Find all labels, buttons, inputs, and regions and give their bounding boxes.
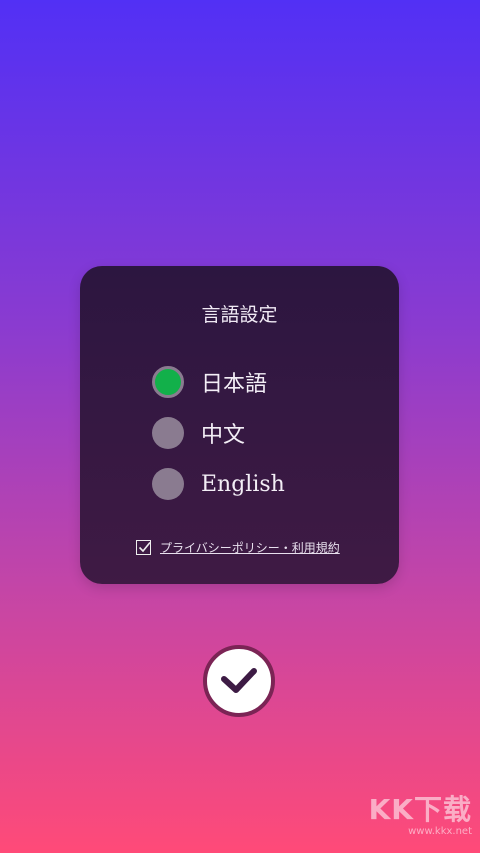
confirm-button[interactable] — [203, 645, 275, 717]
consent-checkbox[interactable] — [136, 539, 151, 555]
language-label-chinese: 中文 — [201, 423, 246, 448]
panel-title: 言語設定 — [201, 304, 278, 326]
radio-button[interactable] — [152, 417, 184, 449]
radio-button-selected[interactable] — [152, 366, 184, 398]
language-settings-panel: 言語設定 日本語 中文 English プライバシーポリシー・利用規約 — [80, 266, 399, 584]
language-label-english: English — [201, 471, 285, 497]
privacy-policy-link[interactable]: プライバシーポリシー・利用規約 — [160, 539, 340, 556]
watermark-logo: KK下载 — [368, 793, 472, 826]
language-label-japanese: 日本語 — [201, 372, 268, 397]
watermark: KK下载 www.kkx.net — [369, 788, 472, 837]
checkmark-icon — [221, 668, 257, 693]
language-option-chinese[interactable]: 中文 — [152, 415, 352, 451]
consent-row: プライバシーポリシー・利用規約 — [136, 538, 340, 556]
language-option-english[interactable]: English — [152, 466, 352, 502]
language-option-japanese[interactable]: 日本語 — [152, 364, 352, 400]
radio-button[interactable] — [152, 468, 184, 500]
check-icon — [138, 541, 151, 552]
